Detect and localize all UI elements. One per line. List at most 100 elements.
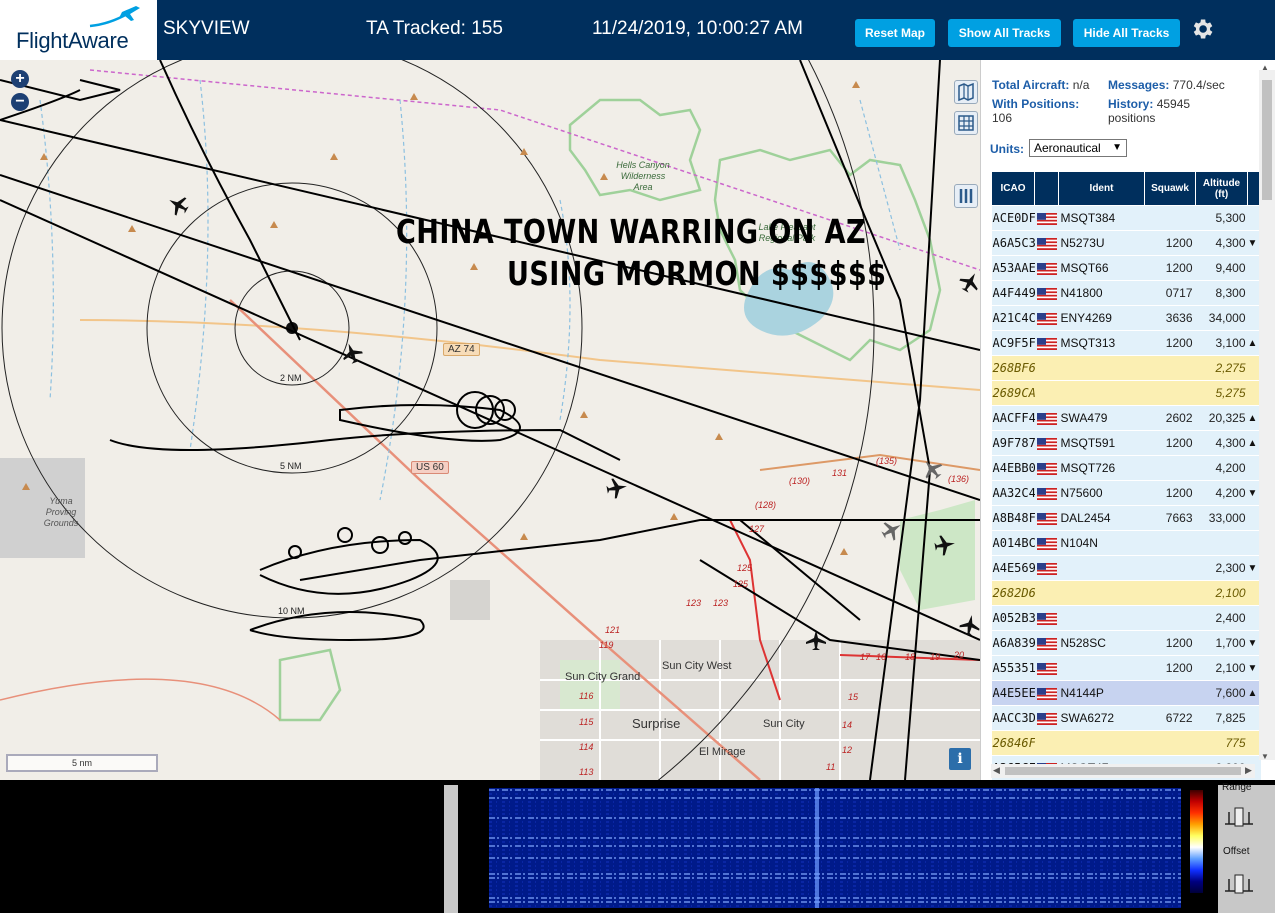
table-row[interactable]: 26846F 775 [991, 730, 1261, 756]
exit-label: 125 [737, 563, 753, 573]
range-slider[interactable] [1223, 806, 1255, 828]
altitude-cell: 2,100 [1195, 580, 1248, 606]
show-all-tracks-button[interactable]: Show All Tracks [948, 19, 1061, 47]
col-flag[interactable] [1034, 171, 1059, 206]
map-icon [958, 82, 974, 102]
table-row[interactable]: A4EBB0 MSQT726 4,200 [991, 455, 1261, 481]
squawk-cell: 2602 [1144, 405, 1196, 431]
ident-cell [1058, 580, 1145, 606]
flag-cell [1034, 455, 1059, 481]
table-row[interactable]: 2682D6 2,100 [991, 580, 1261, 606]
flag-cell [1034, 305, 1059, 331]
scroll-down-arrow-icon[interactable]: ▼ [1261, 752, 1269, 761]
info-button[interactable]: i [949, 748, 971, 770]
icao-cell: A4E569 [991, 555, 1035, 581]
road-sw [0, 678, 281, 721]
scroll-left-arrow-icon[interactable]: ◀ [993, 765, 1000, 776]
col-ident[interactable]: Ident [1058, 171, 1145, 206]
exit-label: 19 [930, 652, 941, 662]
green-area [900, 500, 975, 610]
table-row[interactable]: A8B48F DAL2454 7663 33,000 [991, 505, 1261, 531]
units-select[interactable]: Aeronautical ▼ [1029, 139, 1127, 157]
table-row[interactable]: A4E5EE N4144P 7,600 ▲ [991, 680, 1261, 706]
table-row[interactable]: A014BC N104N [991, 530, 1261, 556]
color-scale-bar [1190, 790, 1203, 893]
icao-cell: A052B3 [991, 605, 1035, 631]
table-row[interactable]: AACC3D SWA6272 6722 7,825 [991, 705, 1261, 731]
icao-cell: A6A839 [991, 630, 1035, 656]
table-row[interactable]: A21C4C ENY4269 3636 34,000 [991, 305, 1261, 331]
squawk-cell [1144, 380, 1196, 406]
map-view[interactable]: Hells Canyon Wilderness Area Lake Pleasa… [0, 60, 980, 780]
exit-label: 131 [832, 468, 848, 478]
us-flag-icon [1036, 537, 1057, 550]
sidebar-toggle-button[interactable] [954, 184, 978, 208]
altitude-cell: 20,325 [1195, 405, 1248, 431]
us-flag-icon [1036, 312, 1057, 325]
label-sun-city-grand: Sun City Grand [565, 671, 641, 683]
table-row[interactable]: AC9F5F MSQT313 1200 3,100 ▲ [991, 330, 1261, 356]
overlay-text-line1: CHINA TOWN WARRING ON AZ [396, 212, 867, 251]
reset-map-button[interactable]: Reset Map [855, 19, 935, 47]
with-positions-value: 106 [992, 111, 1013, 125]
ident-cell [1058, 555, 1145, 581]
table-row[interactable]: ACE0DF MSQT384 5,300 [991, 205, 1261, 231]
table-row[interactable]: A55351 1200 2,100 ▼ [991, 655, 1261, 681]
table-row[interactable]: A4F449 N41800 0717 8,300 [991, 280, 1261, 306]
altitude-cell: 775 [1195, 730, 1248, 756]
table-row[interactable]: 268BF6 2,275 [991, 355, 1261, 381]
zoom-in-button[interactable]: + [11, 70, 29, 88]
table-row[interactable]: A4E569 2,300 ▼ [991, 555, 1261, 581]
squawk-cell [1144, 730, 1196, 756]
exit-label: 11 [826, 762, 836, 772]
offset-slider[interactable] [1223, 873, 1255, 895]
altitude-cell: 4,200 [1195, 455, 1248, 481]
us-flag-icon [1036, 262, 1057, 275]
ident-cell: MSQT384 [1058, 205, 1145, 231]
col-squawk[interactable]: Squawk [1144, 171, 1196, 206]
ident-cell: ENY4269 [1058, 305, 1145, 331]
squawk-cell [1144, 605, 1196, 631]
history-unit: positions [1108, 111, 1156, 125]
squawk-cell [1144, 205, 1196, 231]
total-aircraft-label: Total Aircraft: [992, 78, 1070, 92]
table-row[interactable]: 2689CA 5,275 [991, 380, 1261, 406]
squawk-cell [1144, 580, 1196, 606]
exit-label: 125 [733, 579, 749, 589]
zoom-out-button[interactable]: − [11, 93, 29, 111]
table-row[interactable]: A6A839 N528SC 1200 1,700 ▼ [991, 630, 1261, 656]
us-flag-icon [1036, 662, 1057, 675]
flag-cell [1034, 480, 1059, 506]
flag-cell [1034, 205, 1059, 231]
table-row[interactable]: A6A5C3 N5273U 1200 4,300 ▼ [991, 230, 1261, 256]
datetime: 11/24/2019, 10:00:27 AM [592, 18, 803, 39]
map-layers-button[interactable] [954, 80, 978, 104]
squawk-cell [1144, 530, 1196, 556]
altitude-cell: 2,100 [1195, 655, 1248, 681]
icao-cell: A4E5EE [991, 680, 1035, 706]
exit-label: 114 [579, 742, 594, 752]
col-altitude[interactable]: Altitude (ft) [1195, 171, 1248, 206]
messages-label: Messages: [1108, 78, 1170, 92]
hide-all-tracks-button[interactable]: Hide All Tracks [1073, 19, 1180, 47]
messages-value: 770.4/sec [1172, 78, 1225, 92]
table-row[interactable]: A53AAE MSQT66 1200 9,400 [991, 255, 1261, 281]
ident-cell: N75600 [1058, 480, 1145, 506]
horizontal-scroll-thumb[interactable] [1005, 767, 1241, 775]
ident-cell [1058, 605, 1145, 631]
exit-label: 20 [954, 650, 965, 660]
col-icao[interactable]: ICAO [991, 171, 1035, 206]
vertical-scroll-thumb[interactable] [1262, 80, 1272, 200]
table-row[interactable]: A9F787 MSQT591 1200 4,300 ▲ [991, 430, 1261, 456]
table-row[interactable]: AACFF4 SWA479 2602 20,325 ▲ [991, 405, 1261, 431]
table-row[interactable]: A052B3 2,400 [991, 605, 1261, 631]
flightaware-logo[interactable]: FlightAware [0, 0, 157, 60]
scroll-up-arrow-icon[interactable]: ▲ [1261, 63, 1269, 72]
gear-icon[interactable] [1189, 16, 1215, 42]
scroll-right-arrow-icon[interactable]: ▶ [1245, 765, 1252, 776]
grid-toggle-button[interactable] [954, 111, 978, 135]
flag-cell [1034, 555, 1059, 581]
squawk-cell: 1200 [1144, 230, 1196, 256]
table-row[interactable]: AA32C4 N75600 1200 4,200 ▼ [991, 480, 1261, 506]
waterfall-display [489, 788, 1181, 908]
